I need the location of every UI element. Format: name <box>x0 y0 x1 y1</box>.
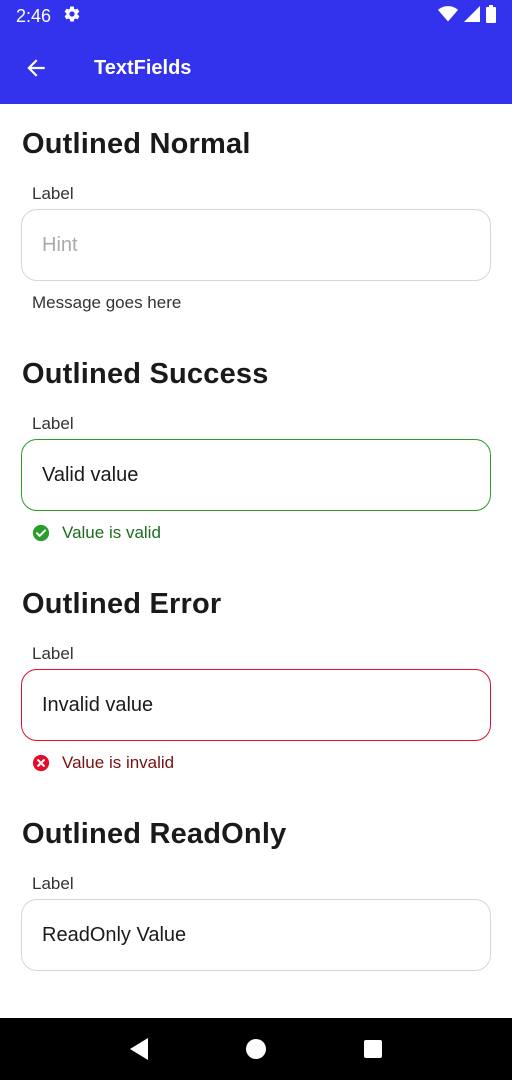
input-value: ReadOnly Value <box>42 923 187 946</box>
nav-home-button[interactable] <box>236 1029 276 1069</box>
system-nav-bar <box>0 1018 512 1080</box>
error-message: Value is invalid <box>32 753 174 773</box>
outlined-readonly-input: ReadOnly Value <box>21 899 491 971</box>
status-bar: 2:46 <box>0 0 512 32</box>
settings-gear-icon <box>63 5 81 28</box>
nav-recents-square-icon <box>364 1040 383 1058</box>
success-message: Value is valid <box>32 523 161 543</box>
app-bar-title: TextFields <box>94 56 192 79</box>
helper-message: Message goes here <box>32 293 181 313</box>
outlined-normal-input[interactable]: Hint <box>21 209 491 281</box>
error-circle-icon <box>32 754 50 772</box>
status-time: 2:46 <box>16 5 52 26</box>
nav-home-circle-icon <box>245 1039 266 1059</box>
field-label: Label <box>32 644 74 663</box>
input-value: Invalid value <box>42 693 154 716</box>
helper-message-text: Message goes here <box>32 293 182 312</box>
back-button[interactable] <box>0 32 72 104</box>
nav-back-button[interactable] <box>119 1029 159 1069</box>
section-title: Outlined Success <box>22 358 269 390</box>
section-title: Outlined Normal <box>22 128 251 160</box>
field-label: Label <box>32 874 74 893</box>
app-bar: TextFields <box>0 32 512 104</box>
input-value: Valid value <box>42 463 139 486</box>
arrow-back-icon <box>27 59 45 77</box>
success-message-text: Value is valid <box>62 523 161 542</box>
section-title: Outlined ReadOnly <box>22 818 287 850</box>
hint-text: Hint <box>42 233 78 256</box>
section-title: Outlined Error <box>22 588 222 620</box>
wifi-icon <box>438 5 458 28</box>
field-label: Label <box>32 414 74 433</box>
error-message-text: Value is invalid <box>62 753 175 772</box>
outlined-success-input[interactable]: Valid value <box>21 439 491 511</box>
check-circle-icon <box>32 524 50 542</box>
cell-signal-icon <box>464 5 480 28</box>
nav-recents-button[interactable] <box>353 1029 393 1069</box>
battery-icon <box>486 4 496 28</box>
field-label: Label <box>32 184 74 203</box>
outlined-error-input[interactable]: Invalid value <box>21 669 491 741</box>
nav-back-triangle-icon <box>129 1038 148 1060</box>
